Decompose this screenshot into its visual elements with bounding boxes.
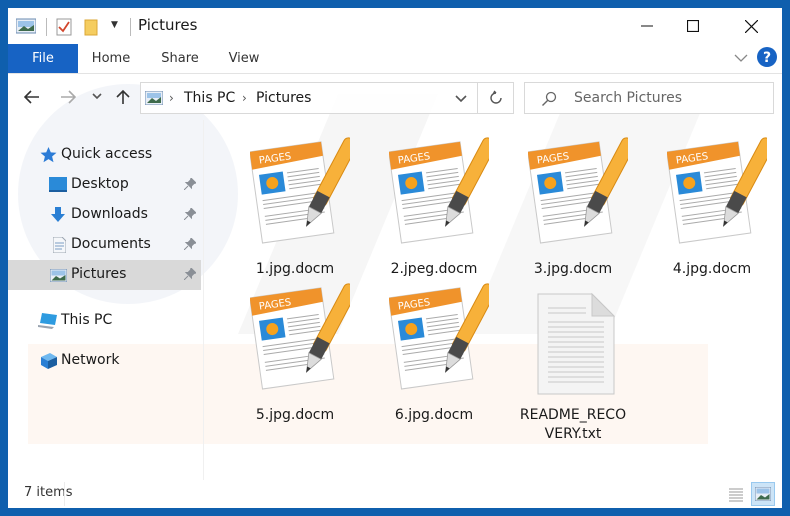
recent-locations-icon[interactable]	[92, 93, 102, 100]
svg-text:?: ?	[763, 50, 771, 66]
star-icon	[40, 147, 57, 163]
file-explorer-window: ▼ Pictures File Home Share View ? › This…	[8, 8, 782, 508]
pin-icon[interactable]	[184, 268, 196, 280]
sidebar-item-this-pc[interactable]: This PC	[8, 306, 201, 336]
back-arrow-icon[interactable]	[24, 90, 40, 104]
address-history-dropdown-icon[interactable]	[455, 95, 467, 103]
tab-home[interactable]: Home	[86, 44, 136, 73]
text-file-icon	[537, 292, 616, 395]
tab-view[interactable]: View	[224, 44, 264, 73]
close-button[interactable]	[728, 8, 774, 44]
refresh-button[interactable]	[478, 82, 514, 114]
breadcrumb-separator-icon: ›	[242, 91, 247, 105]
status-bar: 7 items	[8, 480, 782, 508]
pictures-icon	[16, 18, 36, 34]
pin-icon[interactable]	[184, 238, 196, 250]
toolbar-divider	[46, 18, 47, 36]
pages-document-icon: PAGES	[389, 134, 489, 244]
maximize-button[interactable]	[670, 8, 716, 44]
forward-arrow-icon[interactable]	[60, 90, 76, 104]
sidebar-item-label: This PC	[61, 312, 113, 328]
up-arrow-icon[interactable]	[116, 89, 130, 105]
sidebar-item-desktop[interactable]: Desktop	[8, 170, 201, 200]
status-divider	[64, 482, 65, 506]
customize-toolbar-dropdown-icon[interactable]: ▼	[111, 20, 118, 30]
details-view-icon	[729, 488, 743, 502]
file-name: 6.jpg.docm	[394, 407, 474, 423]
download-icon	[51, 207, 65, 222]
close-icon	[744, 19, 758, 33]
sidebar-item-downloads[interactable]: Downloads	[8, 200, 201, 230]
breadcrumb-pictures[interactable]: Pictures	[256, 90, 311, 106]
sidebar-item-network[interactable]: Network	[8, 346, 201, 376]
file-name: README_RECOVERY.txt	[519, 407, 627, 442]
sidebar-item-quick-access[interactable]: Quick access	[8, 140, 201, 170]
file-name: 4.jpg.docm	[672, 261, 752, 277]
toolbar-divider	[130, 18, 131, 36]
navigation-bar: › This PC › Pictures Search Pictures	[8, 74, 782, 120]
new-folder-icon[interactable]	[84, 18, 98, 36]
pages-document-icon: PAGES	[528, 134, 628, 244]
pages-document-icon: PAGES	[389, 280, 489, 390]
search-placeholder: Search Pictures	[574, 90, 682, 106]
ribbon-tabs: File Home Share View ?	[8, 44, 782, 74]
sidebar-item-label: Pictures	[71, 266, 127, 282]
pin-icon[interactable]	[184, 178, 196, 190]
network-icon	[41, 353, 57, 369]
file-name: 5.jpg.docm	[255, 407, 335, 423]
file-name: 1.jpg.docm	[255, 261, 335, 277]
file-name: 3.jpg.docm	[533, 261, 613, 277]
file-name: 2.jpeg.docm	[390, 261, 478, 277]
large-icons-view-icon	[755, 487, 771, 501]
search-icon	[542, 91, 557, 106]
sidebar-item-label: Documents	[71, 236, 151, 252]
window-title: Pictures	[138, 16, 198, 34]
refresh-icon	[489, 90, 502, 104]
sidebar-item-label: Network	[61, 352, 120, 368]
navigation-pane: Quick access Desktop Downloads Documents…	[8, 120, 204, 480]
pages-document-icon: PAGES	[667, 134, 767, 244]
breadcrumb-this-pc[interactable]: This PC	[184, 90, 235, 106]
pages-document-icon: PAGES	[250, 280, 350, 390]
documents-icon	[53, 237, 66, 253]
tab-file[interactable]: File	[8, 44, 78, 73]
maximize-icon	[687, 20, 699, 32]
properties-icon[interactable]	[56, 18, 72, 36]
minimize-button[interactable]	[624, 8, 670, 44]
address-bar[interactable]: › This PC › Pictures	[140, 82, 478, 114]
pictures-icon	[50, 269, 67, 282]
item-count: 7 items	[24, 485, 73, 500]
sidebar-item-documents[interactable]: Documents	[8, 230, 201, 260]
help-icon[interactable]: ?	[757, 47, 777, 67]
sidebar-item-label: Desktop	[71, 176, 129, 192]
file-list: PAGES 1.jpg.docm PAGES 2.jpeg.docm PAGES…	[206, 120, 782, 480]
sidebar-item-label: Downloads	[71, 206, 148, 222]
computer-icon	[38, 313, 57, 329]
pin-icon[interactable]	[184, 208, 196, 220]
details-view-button[interactable]	[724, 482, 748, 506]
sidebar-item-pictures[interactable]: Pictures	[8, 260, 201, 290]
tab-share[interactable]: Share	[156, 44, 204, 73]
minimize-icon	[641, 25, 653, 27]
title-bar: ▼ Pictures	[8, 8, 782, 44]
desktop-icon	[49, 177, 67, 192]
sidebar-item-label: Quick access	[61, 146, 153, 162]
breadcrumb-separator-icon: ›	[169, 91, 174, 105]
pages-document-icon: PAGES	[250, 134, 350, 244]
search-input[interactable]: Search Pictures	[524, 82, 774, 114]
large-icons-view-button[interactable]	[751, 482, 775, 506]
pictures-icon	[145, 91, 163, 105]
expand-ribbon-icon[interactable]	[734, 54, 748, 63]
